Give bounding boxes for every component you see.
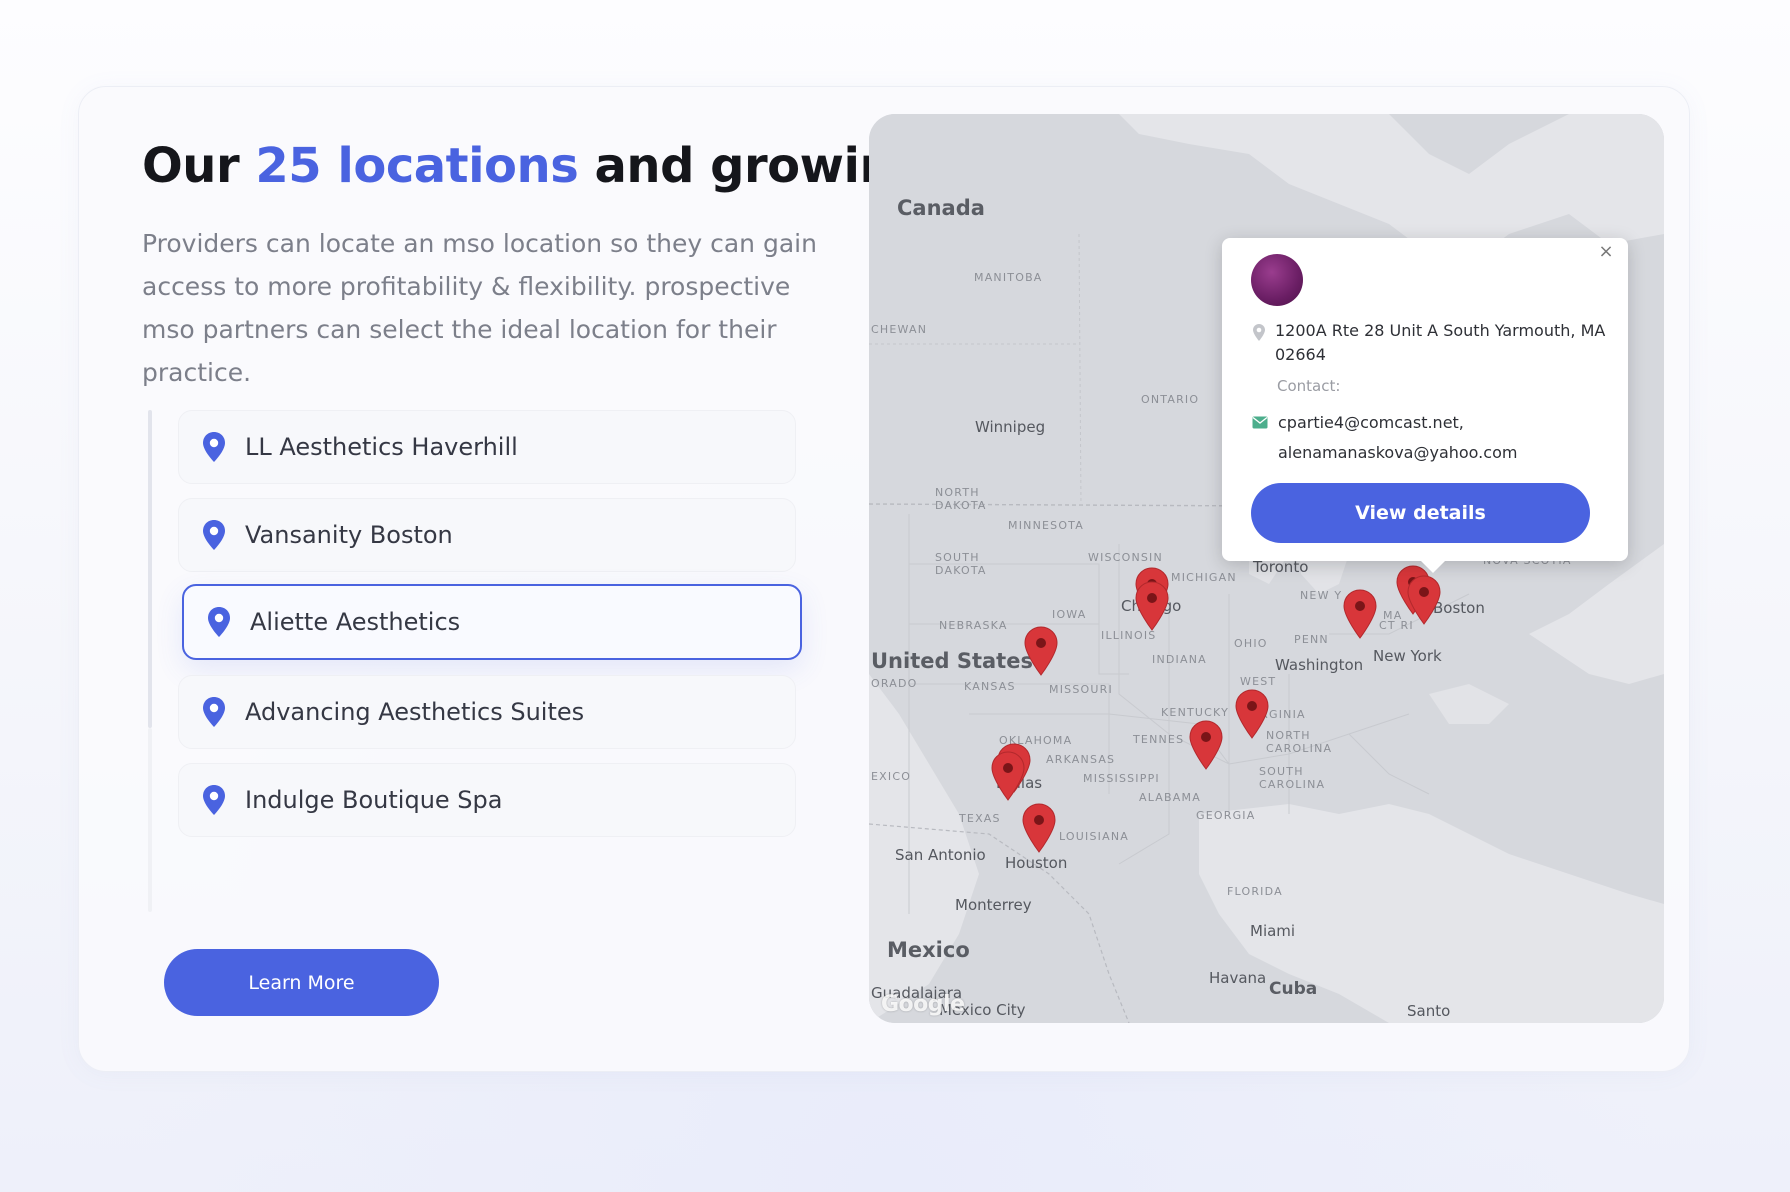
map-label-country: Mexico bbox=[887, 938, 970, 962]
map-label-region: IOWA bbox=[1052, 608, 1087, 621]
location-item-aliette-aesthetics[interactable]: Aliette Aesthetics bbox=[182, 584, 802, 660]
map-label-city: Houston bbox=[1005, 854, 1068, 872]
map-label-region: FLORIDA bbox=[1227, 885, 1283, 898]
map-label-region: TEXAS bbox=[959, 812, 1001, 825]
map-label-city: Miami bbox=[1250, 922, 1296, 940]
map-label-region: MISSOURI bbox=[1049, 683, 1113, 696]
location-item-ll-aesthetics-haverhill[interactable]: LL Aesthetics Haverhill bbox=[178, 410, 796, 484]
map-marker[interactable] bbox=[1233, 688, 1271, 740]
popup-address: 1200A Rte 28 Unit A South Yarmouth, MA 0… bbox=[1275, 321, 1606, 364]
map-label-region: SOUTH CAROLINA bbox=[1259, 765, 1326, 791]
location-item-advancing-aesthetics-suites[interactable]: Advancing Aesthetics Suites bbox=[178, 675, 796, 749]
map-label-region: ORADO bbox=[871, 677, 918, 690]
view-details-button[interactable]: View details bbox=[1251, 483, 1590, 543]
map-label-region: NEW Y bbox=[1300, 589, 1343, 602]
location-pin-icon bbox=[203, 432, 225, 462]
location-pin-icon bbox=[208, 607, 230, 637]
map-label-region: KENTUCKY bbox=[1161, 706, 1229, 719]
location-pin-icon bbox=[203, 520, 225, 550]
map-marker[interactable] bbox=[1341, 588, 1379, 640]
business-logo bbox=[1251, 254, 1303, 306]
page-title: Our 25 locations and growing bbox=[142, 138, 927, 194]
map-marker[interactable] bbox=[1187, 719, 1225, 771]
list-scroll-track-lower bbox=[148, 728, 152, 912]
location-item-indulge-boutique-spa[interactable]: Indulge Boutique Spa bbox=[178, 763, 796, 837]
map-marker[interactable] bbox=[989, 750, 1027, 802]
map-label-city: New York bbox=[1373, 647, 1442, 665]
map-marker[interactable] bbox=[1405, 574, 1443, 626]
map-label-region: MISSISSIPPI bbox=[1083, 772, 1160, 785]
map-label-region: OHIO bbox=[1234, 637, 1268, 650]
location-label: Vansanity Boston bbox=[245, 521, 453, 549]
map-label-region: WISCONSIN bbox=[1088, 551, 1163, 564]
map-label-region: LOUISIANA bbox=[1059, 830, 1129, 843]
map-label-region: NORTH CAROLINA bbox=[1266, 729, 1333, 755]
map-label-region: ONTARIO bbox=[1141, 393, 1200, 406]
title-prefix: Our bbox=[142, 138, 240, 194]
popup-contact-label: Contact: bbox=[1277, 377, 1341, 395]
location-info-popup: × 1200A Rte 28 Unit A South Yarmouth, MA… bbox=[1222, 238, 1628, 573]
map-label-region: CHEWAN bbox=[871, 323, 928, 336]
location-pin-icon bbox=[1253, 324, 1265, 341]
location-item-vansanity-boston[interactable]: Vansanity Boston bbox=[178, 498, 796, 572]
popup-email[interactable]: cpartie4@comcast.net, bbox=[1278, 408, 1517, 438]
location-label: Aliette Aesthetics bbox=[250, 608, 461, 636]
map-label-region: MANITOBA bbox=[974, 271, 1043, 284]
map-label-region: MICHIGAN bbox=[1171, 571, 1237, 584]
popup-emails: cpartie4@comcast.net, alenamanaskova@yah… bbox=[1278, 408, 1517, 468]
map-label-region: TENNES bbox=[1133, 733, 1185, 746]
locations-map[interactable]: Canada United States Mexico Cuba MANITOB… bbox=[869, 114, 1664, 1023]
map-marker[interactable] bbox=[1020, 802, 1058, 854]
map-marker[interactable] bbox=[1133, 580, 1171, 632]
location-pin-icon bbox=[203, 785, 225, 815]
map-label-region: NORTH DAKOTA bbox=[935, 486, 987, 512]
map-label-region: PENN bbox=[1294, 633, 1329, 646]
location-label: LL Aesthetics Haverhill bbox=[245, 433, 518, 461]
map-label-region: WEST bbox=[1240, 675, 1277, 688]
location-pin-icon bbox=[203, 697, 225, 727]
map-label-region: GEORGIA bbox=[1196, 809, 1256, 822]
map-label-city: Winnipeg bbox=[975, 418, 1046, 436]
map-label-country: Cuba bbox=[1269, 979, 1318, 999]
map-label-region: ARKANSAS bbox=[1046, 753, 1116, 766]
map-label-region: INDIANA bbox=[1152, 653, 1207, 666]
google-attribution[interactable]: Google bbox=[881, 992, 965, 1017]
map-label-region: ALABAMA bbox=[1139, 791, 1201, 804]
map-label-city: San Antonio bbox=[895, 846, 986, 864]
map-label-region: EXICO bbox=[871, 770, 912, 783]
location-label: Advancing Aesthetics Suites bbox=[245, 698, 585, 726]
map-label-city: Washington bbox=[1275, 656, 1364, 674]
map-marker[interactable] bbox=[1022, 625, 1060, 677]
map-label-city: Monterrey bbox=[955, 896, 1032, 914]
map-label-region: KANSAS bbox=[964, 680, 1016, 693]
title-highlight: 25 locations bbox=[255, 138, 579, 194]
location-label: Indulge Boutique Spa bbox=[245, 786, 503, 814]
learn-more-button[interactable]: Learn More bbox=[164, 949, 439, 1016]
map-label-city: Havana bbox=[1209, 969, 1267, 987]
map-label-region: SOUTH DAKOTA bbox=[935, 551, 987, 577]
map-label-city: Santo bbox=[1407, 1002, 1451, 1020]
page-description: Providers can locate an mso location so … bbox=[142, 229, 817, 387]
map-label-region: MINNESOTA bbox=[1008, 519, 1084, 532]
list-scroll-track[interactable] bbox=[148, 410, 152, 728]
mail-icon bbox=[1252, 416, 1268, 429]
popup-email[interactable]: alenamanaskova@yahoo.com bbox=[1278, 438, 1517, 468]
map-label-country: United States bbox=[871, 649, 1033, 673]
map-label-region: NEBRASKA bbox=[939, 619, 1008, 632]
close-icon[interactable]: × bbox=[1594, 240, 1618, 264]
map-label-country: Canada bbox=[897, 196, 985, 220]
